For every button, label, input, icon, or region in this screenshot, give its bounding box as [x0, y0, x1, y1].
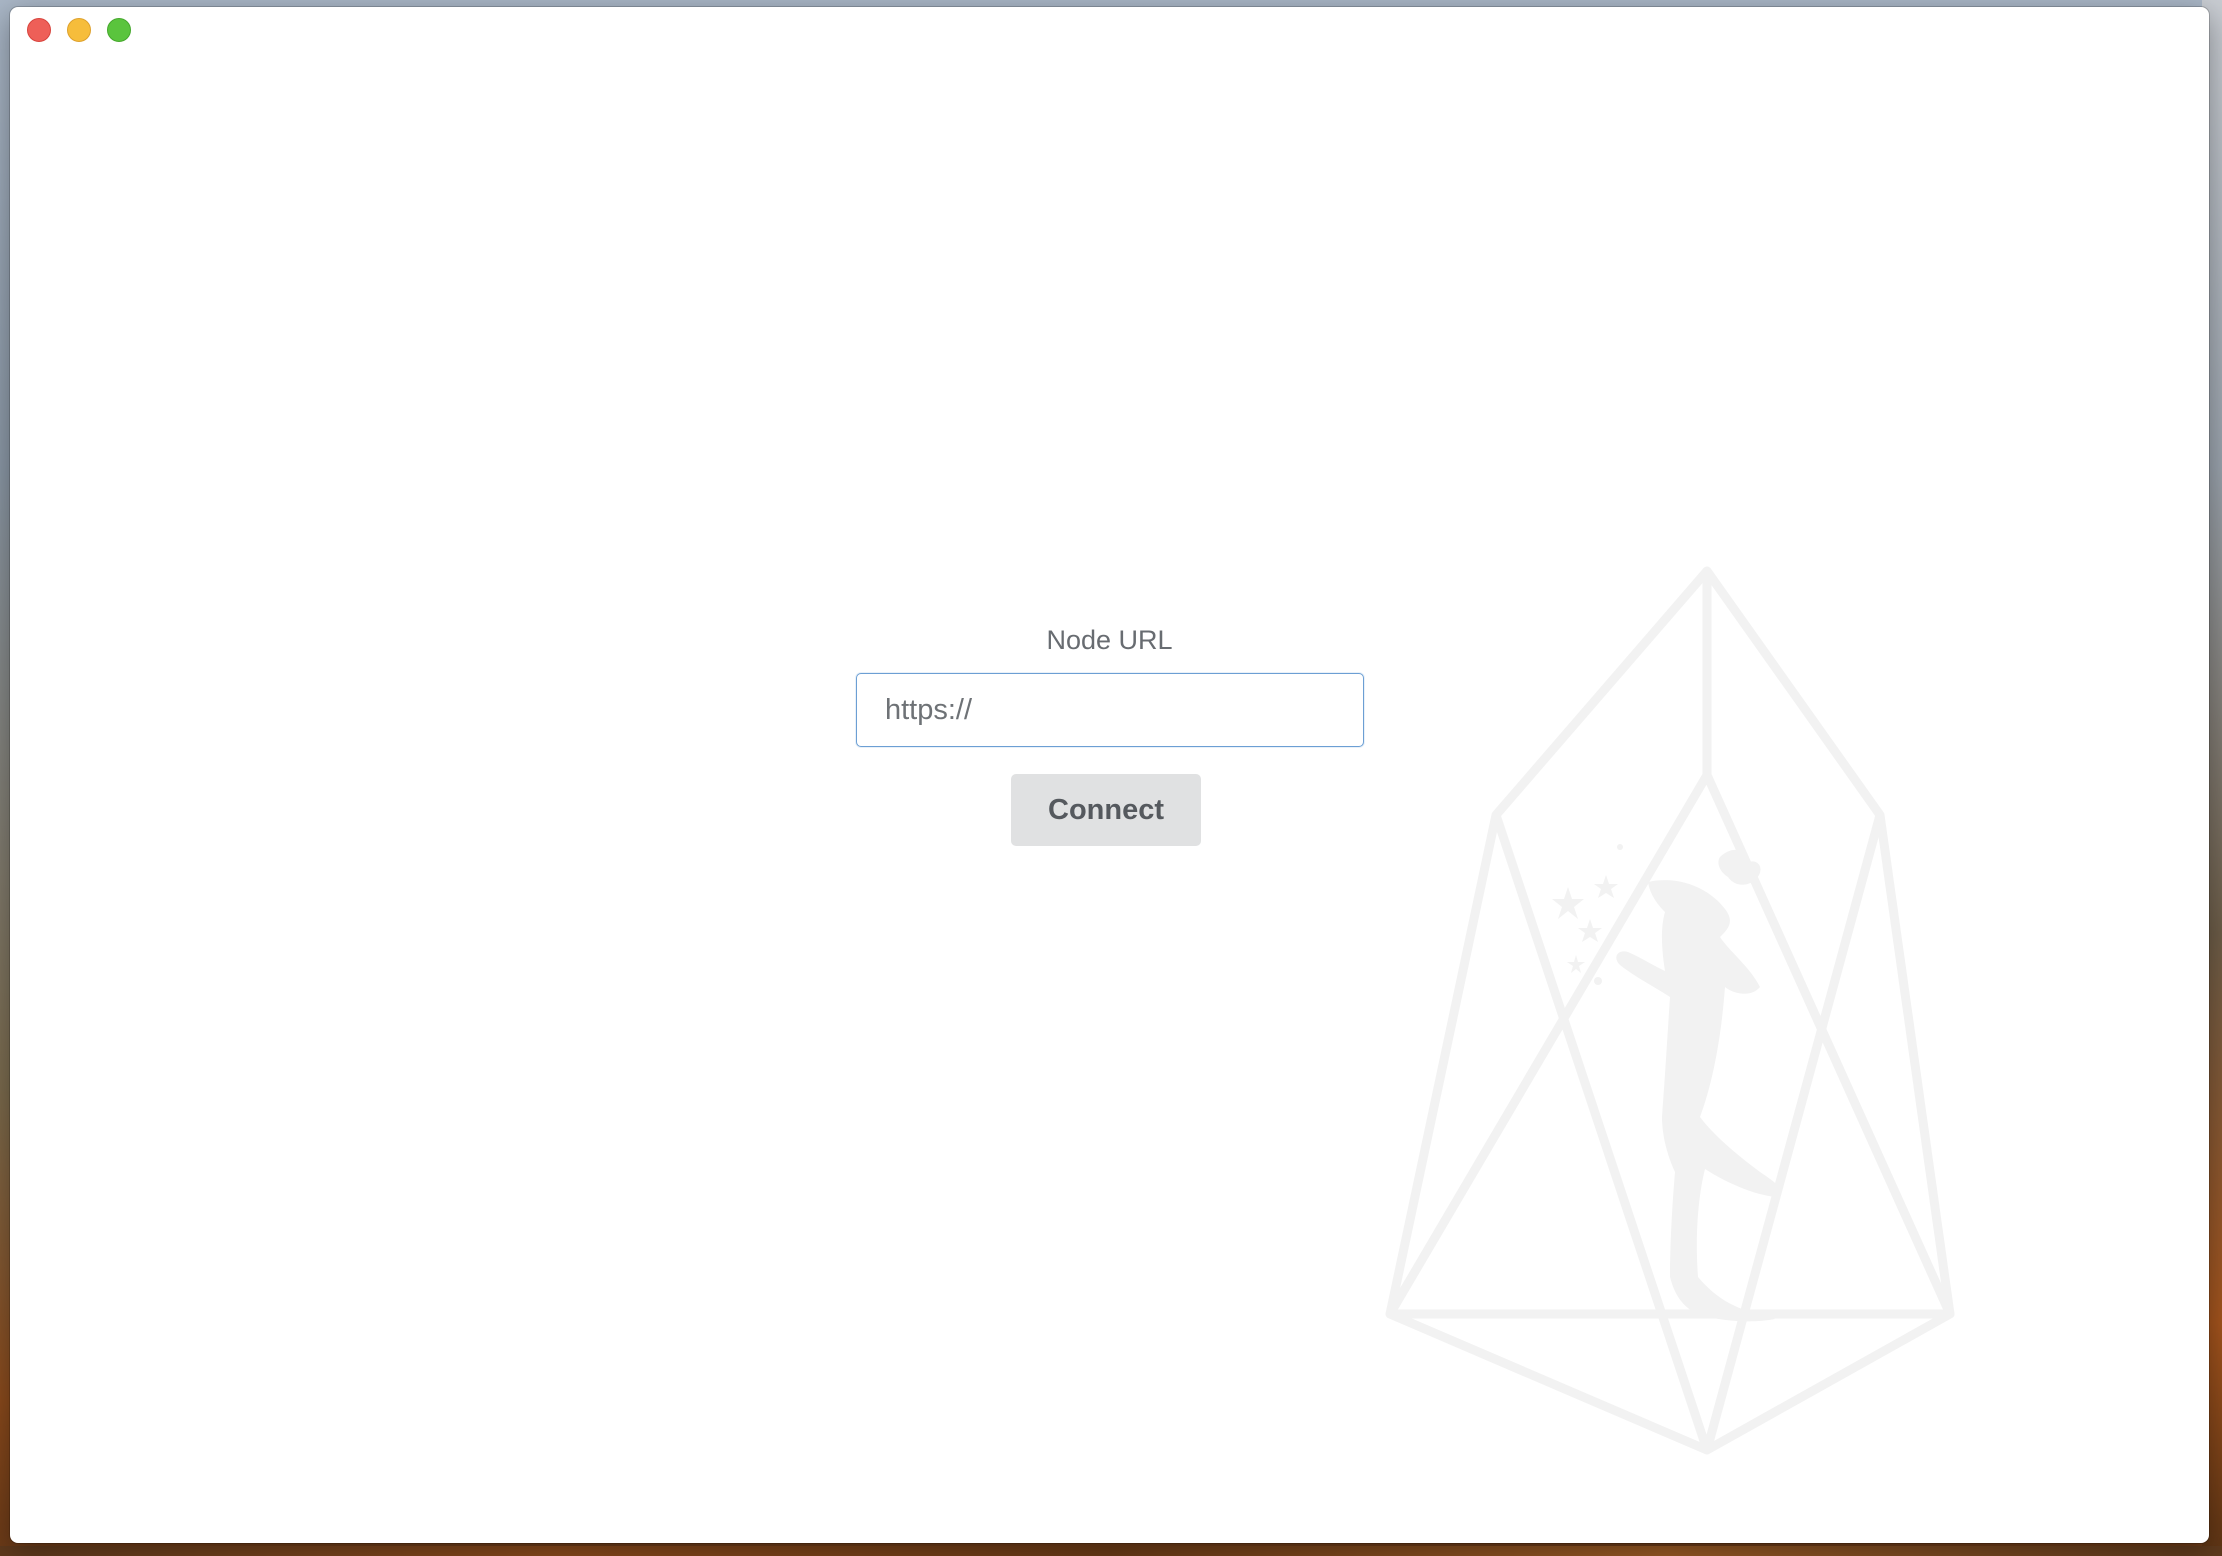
- connect-button[interactable]: Connect: [1011, 774, 1201, 846]
- minimize-icon[interactable]: [67, 18, 91, 42]
- desktop-background-bottom: [0, 1546, 2222, 1556]
- app-window: Node URL Connect: [10, 7, 2209, 1543]
- node-url-input[interactable]: [856, 673, 1364, 747]
- window-controls: [27, 18, 131, 42]
- eos-fairy-crystal-icon: [1385, 566, 1955, 1455]
- node-url-label: Node URL: [1046, 625, 1173, 655]
- close-icon[interactable]: [27, 18, 51, 42]
- maximize-icon[interactable]: [107, 18, 131, 42]
